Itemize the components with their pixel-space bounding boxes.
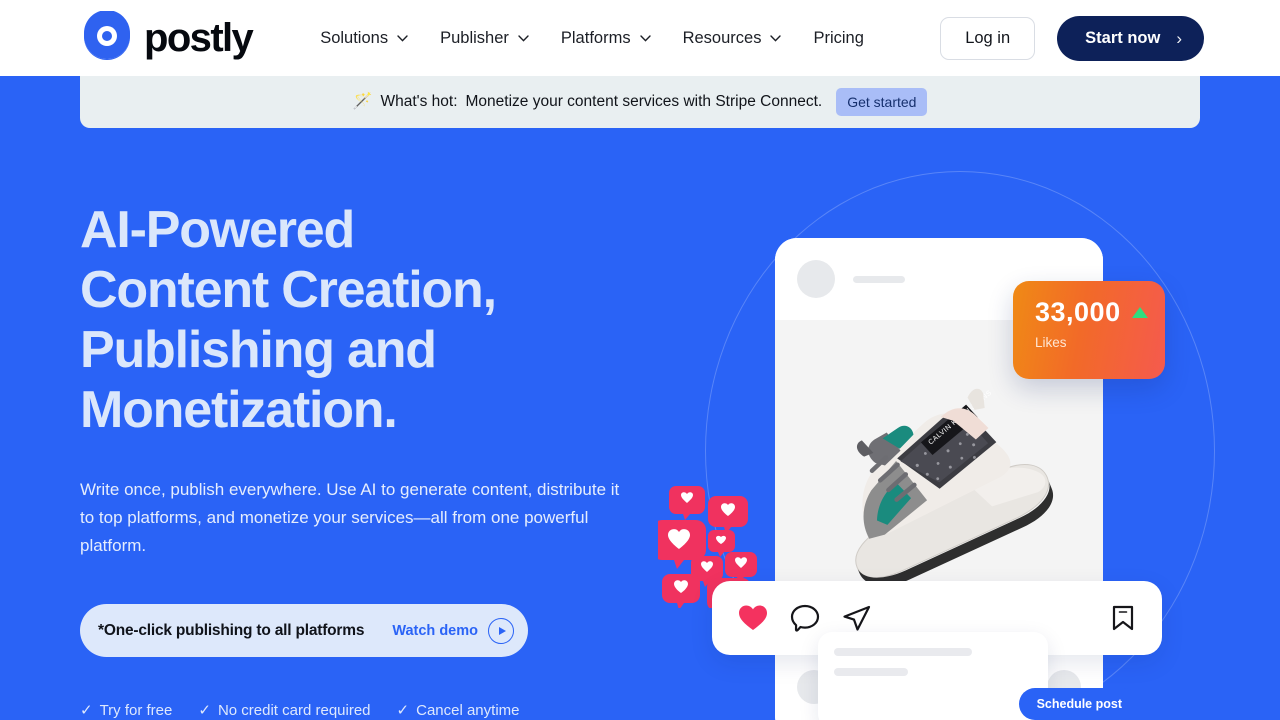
- nav-label: Resources: [682, 28, 762, 47]
- headline-line: Monetization.: [80, 381, 398, 439]
- caption-placeholder-line: [834, 648, 972, 656]
- nav-item-pricing[interactable]: Pricing: [797, 21, 879, 56]
- caption-placeholder-line: [834, 668, 908, 676]
- header-actions: Log in Start now ›: [940, 0, 1204, 76]
- announcement-banner: 🪄 What's hot: Monetize your content serv…: [80, 76, 1200, 128]
- login-button[interactable]: Log in: [940, 16, 1036, 60]
- nav-label: Publisher: [440, 28, 509, 47]
- headline-line: Content Creation,: [80, 261, 497, 319]
- likes-label: Likes: [1035, 335, 1067, 350]
- triangle-up-icon: [1131, 307, 1148, 318]
- watch-demo-label: Watch demo: [392, 622, 478, 639]
- hero-copy: AI-Powered Content Creation, Publishing …: [80, 200, 660, 719]
- brand-logo[interactable]: postly: [80, 11, 254, 65]
- benefit-item: ✓ No credit card required: [198, 701, 371, 720]
- check-icon: ✓: [198, 702, 211, 719]
- site-header: postly Solutions Publisher Platforms Res…: [0, 0, 1280, 76]
- heart-filled-icon[interactable]: [738, 604, 768, 632]
- benefit-item: ✓ Try for free: [80, 701, 173, 720]
- nav-item-publisher[interactable]: Publisher: [424, 21, 545, 56]
- nav-item-resources[interactable]: Resources: [667, 21, 798, 56]
- main-nav: Solutions Publisher Platforms Resources: [304, 21, 880, 56]
- watch-demo-button[interactable]: Watch demo: [392, 617, 514, 644]
- chevron-down-icon: [770, 34, 782, 42]
- schedule-post-button[interactable]: Schedule post: [1018, 688, 1140, 720]
- brand-name: postly: [144, 16, 254, 60]
- page-title: AI-Powered Content Creation, Publishing …: [80, 200, 660, 440]
- postly-logo-icon: [80, 11, 134, 65]
- benefit-item: ✓ Cancel anytime: [396, 701, 520, 720]
- headline-line: AI-Powered: [80, 201, 355, 259]
- schedule-card: Schedule post: [818, 632, 1140, 720]
- hero-illustration: CALVIN KLEIN JEANS: [640, 76, 1280, 720]
- magic-wand-icon: 🪄: [352, 93, 373, 110]
- chevron-down-icon: [639, 34, 651, 42]
- nav-label: Solutions: [320, 28, 389, 47]
- hero-page: postly Solutions Publisher Platforms Res…: [0, 0, 1280, 720]
- likes-count: 33,000: [1035, 297, 1121, 327]
- nav-label: Platforms: [560, 28, 631, 47]
- one-click-pill: *One-click publishing to all platforms W…: [80, 604, 528, 657]
- benefit-label: Cancel anytime: [416, 701, 520, 719]
- likes-badge: 33,000 Likes: [1013, 281, 1165, 379]
- username-placeholder: [853, 275, 905, 283]
- hero-subhead: Write once, publish everywhere. Use AI t…: [80, 480, 620, 555]
- avatar: [797, 260, 835, 298]
- nav-label: Pricing: [813, 28, 864, 47]
- banner-message: Monetize your content services with Stri…: [465, 93, 823, 110]
- play-circle-icon: [488, 617, 514, 644]
- comment-bubble-icon[interactable]: [790, 604, 820, 632]
- bookmark-icon[interactable]: [1110, 604, 1136, 632]
- banner-lead: What's hot:: [380, 93, 458, 110]
- benefit-label: No credit card required: [217, 701, 371, 719]
- banner-get-started-button[interactable]: Get started: [836, 88, 928, 116]
- headline-line: Publishing and: [80, 321, 437, 379]
- hero-benefits: ✓ Try for free ✓ No credit card required…: [80, 701, 660, 720]
- chevron-right-icon: ›: [1176, 28, 1182, 48]
- nav-item-platforms[interactable]: Platforms: [545, 21, 667, 56]
- nav-item-solutions[interactable]: Solutions: [304, 21, 424, 56]
- pill-label: *One-click publishing to all platforms: [98, 621, 365, 639]
- check-icon: ✓: [80, 702, 93, 719]
- chevron-down-icon: [397, 34, 408, 42]
- chevron-down-icon: [518, 34, 529, 42]
- send-paper-plane-icon[interactable]: [842, 604, 872, 632]
- start-now-label: Start now: [1085, 28, 1161, 47]
- benefit-label: Try for free: [99, 701, 173, 719]
- check-icon: ✓: [396, 702, 410, 719]
- start-now-button[interactable]: Start now ›: [1057, 15, 1204, 61]
